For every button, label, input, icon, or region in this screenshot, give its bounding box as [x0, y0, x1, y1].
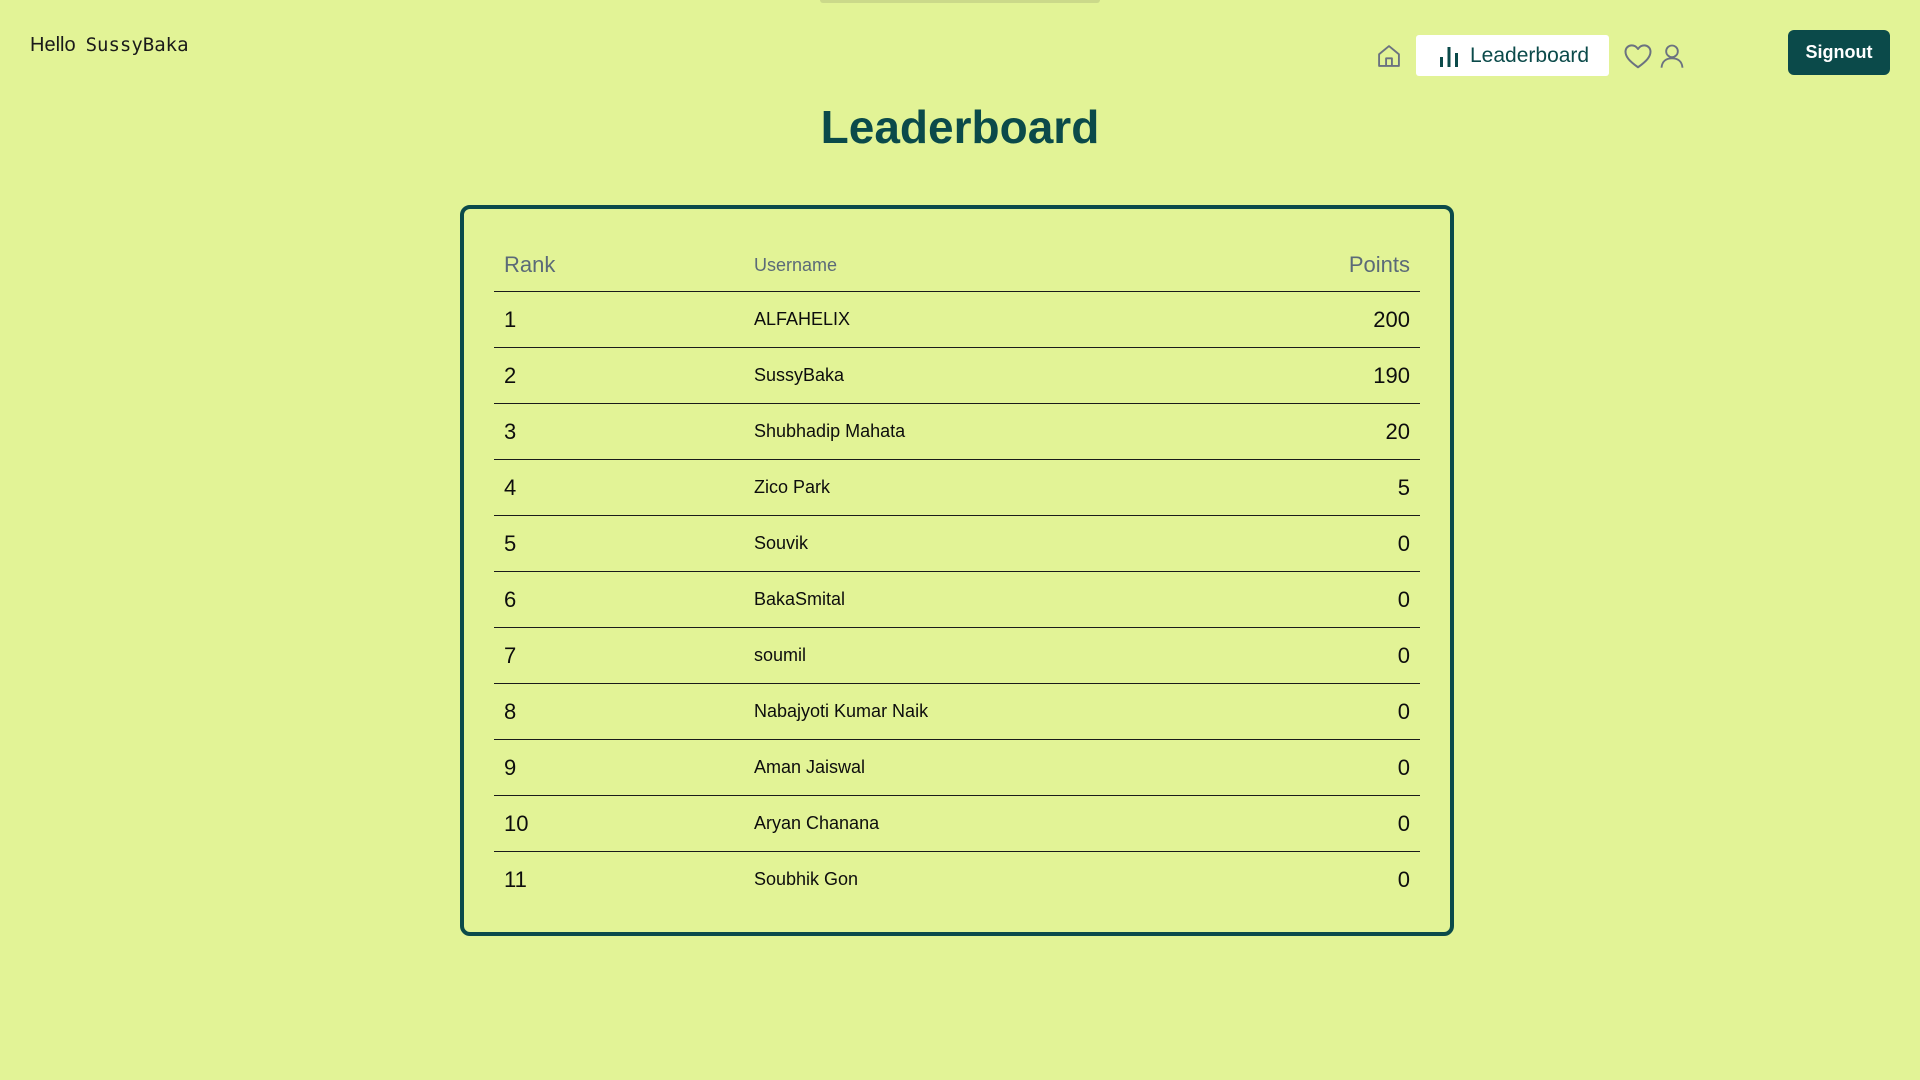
table-header-row: Rank Username Points — [494, 239, 1420, 292]
username-cell: Aryan Chanana — [744, 795, 1221, 852]
points-cell: 190 — [1220, 347, 1420, 404]
leaderboard-card: Rank Username Points 1 ALFAHELIX 200 2 S… — [460, 205, 1454, 936]
nav-home[interactable] — [1372, 39, 1406, 73]
top-edge-decoration — [820, 0, 1100, 3]
nav-profile[interactable] — [1655, 39, 1689, 73]
main-nav: Leaderboard — [1372, 35, 1689, 76]
username-cell: Soubhik Gon — [754, 869, 859, 889]
username-cell: Aman Jaiswal — [744, 739, 1221, 796]
column-header-rank: Rank — [494, 239, 744, 292]
points-cell: 0 — [1220, 683, 1420, 740]
nav-leaderboard[interactable]: Leaderboard — [1416, 35, 1610, 76]
page: Hello SussyBaka Leaderboard Signout Lead… — [0, 0, 1920, 1080]
greeting-word: Hello — [30, 34, 76, 56]
rank-cell: 7 — [494, 627, 744, 684]
bar-chart-icon — [1440, 46, 1458, 67]
column-header-points: Points — [1220, 239, 1420, 292]
signout-button[interactable]: Signout — [1788, 30, 1890, 75]
points-cell: 0 — [1220, 571, 1420, 628]
points-cell: 0 — [1220, 739, 1420, 796]
rank-cell: 8 — [494, 683, 744, 740]
nav-leaderboard-label: Leaderboard — [1470, 43, 1590, 67]
page-title: Leaderboard — [820, 101, 1100, 153]
points-cell: 0 — [1220, 515, 1420, 572]
rank-cell: 6 — [494, 571, 744, 628]
table-row: 10 Aryan Chanana 0 — [494, 795, 1420, 852]
username-cell: SussyBaka — [744, 347, 1221, 404]
table-row: 3 Shubhadip Mahata 20 — [494, 403, 1420, 460]
greeting: Hello SussyBaka — [30, 34, 189, 57]
rank-cell: 10 — [494, 795, 744, 852]
table-row: 9 Aman Jaiswal 0 — [494, 739, 1420, 796]
rank-cell: 1 — [494, 291, 744, 348]
username-cell: Nabajyoti Kumar Naik — [744, 683, 1221, 740]
rank-cell: 9 — [494, 739, 744, 796]
points-cell: 20 — [1220, 403, 1420, 460]
rank-cell: 4 — [494, 459, 744, 516]
username-cell: Souvik — [744, 515, 1221, 572]
table-row: 8 Nabajyoti Kumar Naik 0 — [494, 683, 1420, 740]
column-header-username: Username — [744, 239, 1221, 292]
rank-cell: 5 — [494, 515, 744, 572]
table-row: 6 BakaSmital 0 — [494, 571, 1420, 628]
table-row: 2 SussyBaka 190 — [494, 347, 1420, 404]
table-row: 5 Souvik 0 — [494, 515, 1420, 572]
username-cell: ALFAHELIX — [744, 291, 1221, 348]
points-cell: 200 — [1220, 291, 1420, 348]
points-cell: 0 — [1397, 866, 1410, 892]
table-row: 1 ALFAHELIX 200 — [494, 291, 1420, 348]
greeting-username: SussyBaka — [85, 34, 189, 56]
leaderboard-table: Rank Username Points 1 ALFAHELIX 200 2 S… — [494, 239, 1420, 907]
rank-cell: 11 — [504, 866, 527, 892]
table-row: 4 Zico Park 5 — [494, 459, 1420, 516]
table-row: 7 soumil 0 — [494, 627, 1420, 684]
rank-cell: 3 — [494, 403, 744, 460]
username-cell: Shubhadip Mahata — [744, 403, 1221, 460]
points-cell: 5 — [1220, 459, 1420, 516]
username-cell: soumil — [744, 627, 1221, 684]
user-icon — [1660, 44, 1684, 68]
points-cell: 0 — [1220, 795, 1420, 852]
rank-cell: 2 — [494, 347, 744, 404]
username-cell: Zico Park — [744, 459, 1221, 516]
home-icon — [1378, 44, 1400, 67]
username-cell: BakaSmital — [744, 571, 1221, 628]
heart-icon — [1624, 43, 1652, 68]
table-row: 11 Soubhik Gon 0 — [494, 852, 1420, 908]
nav-favorites[interactable] — [1621, 39, 1655, 73]
points-cell: 0 — [1220, 627, 1420, 684]
